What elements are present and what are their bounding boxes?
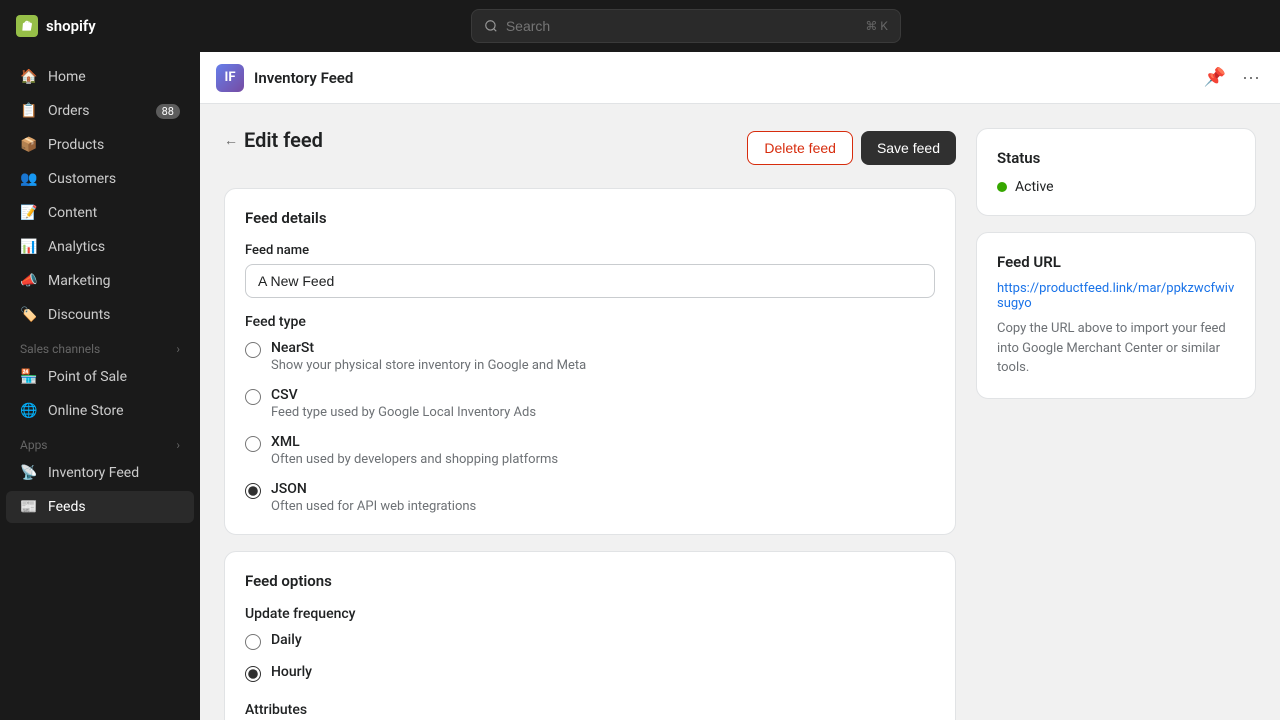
sidebar-item-marketing[interactable]: 📣 Marketing	[6, 265, 194, 297]
search-bar[interactable]: ⌘ K	[471, 9, 901, 43]
status-value: Active	[997, 179, 1235, 195]
update-frequency-label: Update frequency	[245, 606, 935, 622]
back-link[interactable]: ← Edit feed	[224, 128, 323, 152]
sales-channels-label: Sales channels ›	[0, 332, 200, 360]
search-shortcut: ⌘ K	[865, 19, 888, 33]
main-content: ← Edit feed Delete feed Save feed Feed d…	[200, 104, 1280, 720]
feed-icon: 📡	[20, 464, 38, 482]
xml-radio[interactable]	[245, 436, 261, 452]
daily-label: Daily	[271, 632, 302, 648]
shopify-bag-icon	[16, 15, 38, 37]
feed-name-input[interactable]	[245, 264, 935, 298]
channel-header: IF Inventory Feed 📌 ···	[200, 52, 1280, 104]
shopify-logo: shopify	[16, 15, 96, 37]
save-feed-button[interactable]: Save feed	[861, 131, 956, 165]
frequency-group: Daily Hourly	[245, 632, 935, 682]
page-actions: Delete feed Save feed	[747, 131, 956, 165]
search-icon	[484, 19, 498, 33]
content-icon: 📝	[20, 204, 38, 222]
feed-details-title: Feed details	[245, 209, 935, 227]
sidebar-item-home[interactable]: 🏠 Home	[6, 61, 194, 93]
frequency-daily[interactable]: Daily	[245, 632, 935, 650]
expand-sales-channels-icon[interactable]: ›	[176, 342, 180, 356]
right-column: Status Active Feed URL https://productfe…	[976, 128, 1256, 720]
orders-icon: 📋	[20, 102, 38, 120]
status-active-dot	[997, 182, 1007, 192]
sidebar-item-online-store[interactable]: 🌐 Online Store	[6, 395, 194, 427]
nearst-radio[interactable]	[245, 342, 261, 358]
nearst-label: NearSt	[271, 340, 586, 356]
orders-badge: 88	[156, 104, 180, 119]
search-input[interactable]	[506, 18, 857, 34]
sidebar-item-customers[interactable]: 👥 Customers	[6, 163, 194, 195]
xml-label: XML	[271, 434, 558, 450]
pin-button[interactable]: 📌	[1200, 63, 1230, 92]
channel-icon: IF	[216, 64, 244, 92]
feed-url-title: Feed URL	[997, 253, 1235, 271]
csv-radio[interactable]	[245, 389, 261, 405]
attributes-label: Attributes	[245, 702, 935, 718]
nearst-desc: Show your physical store inventory in Go…	[271, 358, 586, 373]
json-radio[interactable]	[245, 483, 261, 499]
pos-icon: 🏪	[20, 368, 38, 386]
feed-options-title: Feed options	[245, 572, 935, 590]
back-arrow-icon: ←	[224, 132, 238, 149]
feed-url-link[interactable]: https://productfeed.link/mar/ppkzwcfwivs…	[997, 281, 1235, 311]
products-icon: 📦	[20, 136, 38, 154]
feed-type-nearst[interactable]: NearSt Show your physical store inventor…	[245, 340, 935, 373]
sidebar-item-point-of-sale[interactable]: 🏪 Point of Sale	[6, 361, 194, 393]
json-label: JSON	[271, 481, 476, 497]
feed-type-json[interactable]: JSON Often used for API web integrations	[245, 481, 935, 514]
daily-radio[interactable]	[245, 634, 261, 650]
channel-actions: 📌 ···	[1200, 63, 1264, 92]
status-text: Active	[1015, 179, 1054, 195]
csv-label: CSV	[271, 387, 536, 403]
feed-type-group: NearSt Show your physical store inventor…	[245, 340, 935, 514]
hourly-label: Hourly	[271, 664, 312, 680]
sidebar: 🏠 Home 📋 Orders 88 📦 Products 👥 Customer…	[0, 52, 200, 720]
sidebar-item-feeds[interactable]: 📰 Feeds	[6, 491, 194, 523]
xml-desc: Often used by developers and shopping pl…	[271, 452, 558, 467]
sidebar-item-orders[interactable]: 📋 Orders 88	[6, 95, 194, 127]
feed-url-desc: Copy the URL above to import your feed i…	[997, 319, 1235, 378]
csv-desc: Feed type used by Google Local Inventory…	[271, 405, 536, 420]
feed-type-label: Feed type	[245, 314, 935, 330]
analytics-icon: 📊	[20, 238, 38, 256]
feed-name-label: Feed name	[245, 243, 935, 258]
left-column: ← Edit feed Delete feed Save feed Feed d…	[224, 128, 956, 720]
frequency-hourly[interactable]: Hourly	[245, 664, 935, 682]
home-icon: 🏠	[20, 68, 38, 86]
feed-options-card: Feed options Update frequency Daily Hour…	[224, 551, 956, 720]
sidebar-item-discounts[interactable]: 🏷️ Discounts	[6, 299, 194, 331]
sidebar-item-analytics[interactable]: 📊 Analytics	[6, 231, 194, 263]
status-card: Status Active	[976, 128, 1256, 216]
shopify-wordmark: shopify	[46, 17, 96, 35]
topbar: shopify ⌘ K	[0, 0, 1280, 52]
hourly-radio[interactable]	[245, 666, 261, 682]
status-title: Status	[997, 149, 1235, 167]
feed-type-csv[interactable]: CSV Feed type used by Google Local Inven…	[245, 387, 935, 420]
sidebar-item-inventory-feed[interactable]: 📡 Inventory Feed	[6, 457, 194, 489]
sidebar-item-products[interactable]: 📦 Products	[6, 129, 194, 161]
json-desc: Often used for API web integrations	[271, 499, 476, 514]
app-body: 🏠 Home 📋 Orders 88 📦 Products 👥 Customer…	[0, 52, 1280, 720]
content-area: IF Inventory Feed 📌 ··· ← Edit feed Dele…	[200, 52, 1280, 720]
discounts-icon: 🏷️	[20, 306, 38, 324]
feed-type-xml[interactable]: XML Often used by developers and shoppin…	[245, 434, 935, 467]
channel-title: Inventory Feed	[254, 69, 353, 87]
marketing-icon: 📣	[20, 272, 38, 290]
customers-icon: 👥	[20, 170, 38, 188]
feed-details-card: Feed details Feed name Feed type NearSt …	[224, 188, 956, 535]
store-icon: 🌐	[20, 402, 38, 420]
feeds-icon: 📰	[20, 498, 38, 516]
apps-label: Apps ›	[0, 428, 200, 456]
feed-url-card: Feed URL https://productfeed.link/mar/pp…	[976, 232, 1256, 399]
sidebar-item-content[interactable]: 📝 Content	[6, 197, 194, 229]
more-options-button[interactable]: ···	[1238, 63, 1264, 92]
delete-feed-button[interactable]: Delete feed	[747, 131, 853, 165]
expand-apps-icon[interactable]: ›	[176, 438, 180, 452]
page-title: Edit feed	[244, 128, 323, 152]
